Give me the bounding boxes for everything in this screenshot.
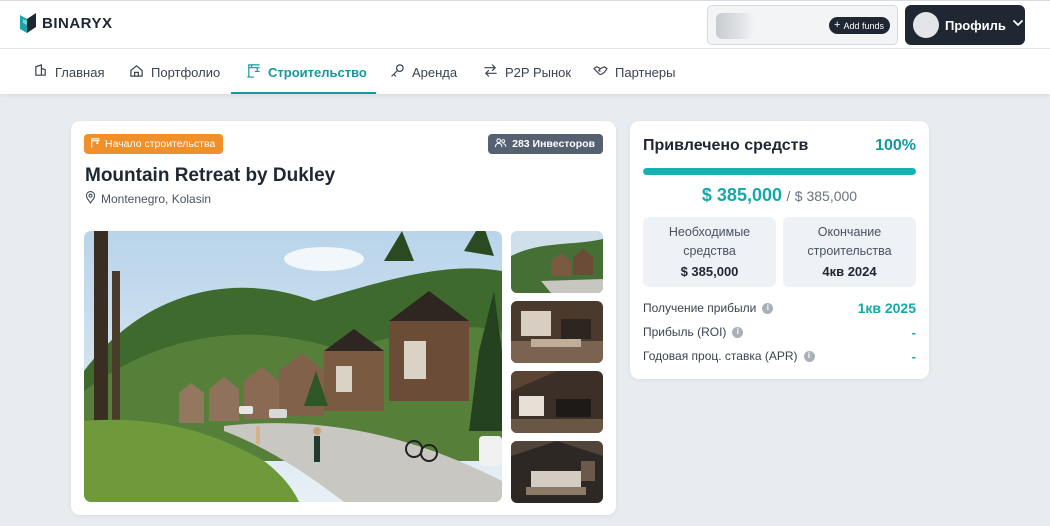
funding-percent: 100% [875, 137, 916, 154]
map-pin-icon [85, 191, 96, 207]
project-title: Mountain Retreat by Dukley [85, 165, 336, 186]
profile-label: Профиль [945, 17, 1006, 33]
add-funds-label: Add funds [843, 20, 884, 31]
metric-row-apr: Годовая проц. ставка (APR) i - [643, 347, 916, 365]
balance-widget: + Add funds [707, 5, 898, 45]
apr-label-wrap: Годовая проц. ставка (APR) i [643, 349, 815, 363]
swap-icon [483, 63, 498, 81]
stage-badge: Начало строительства [84, 134, 224, 154]
construction-end-box: Окончание строительства 4кв 2024 [783, 217, 916, 287]
profit-date-label: Получение прибыли [643, 301, 757, 315]
investors-badge: 283 Инвесторов [488, 134, 603, 154]
project-main-photo[interactable] [84, 231, 502, 502]
active-tab-indicator [231, 92, 376, 94]
thumbnail-1[interactable] [511, 231, 603, 293]
required-funds-value: $ 385,000 [680, 264, 739, 279]
nav-item-rent-label: Аренда [412, 64, 458, 80]
info-icon[interactable]: i [762, 302, 774, 314]
raised-summary: $ 385,000 / $ 385,000 [630, 185, 929, 206]
nav-item-home-label: Главная [55, 64, 105, 80]
metric-row-roi: Прибыль (ROI) i - [643, 323, 916, 341]
required-funds-box: Необходимые средства $ 385,000 [643, 217, 776, 287]
construction-end-value: 4кв 2024 [822, 264, 877, 279]
logo-mark-icon [20, 13, 36, 33]
construction-end-label: Окончание строительства [807, 225, 892, 258]
stage-badge-label: Начало строительства [105, 138, 216, 150]
brand-name: BINARYX [42, 14, 113, 32]
funding-progress-fill [643, 168, 916, 175]
project-card[interactable]: Начало строительства 283 Инвесторов Moun… [71, 121, 616, 515]
raised-total: $ 385,000 [794, 188, 858, 204]
nav-item-construction[interactable]: Строительство [246, 49, 367, 95]
thumbnail-3[interactable] [511, 371, 603, 433]
key-icon [390, 63, 405, 81]
nav-item-portfolio-label: Портфолио [151, 64, 221, 80]
thumbnail-4[interactable] [511, 441, 603, 503]
crane-icon [90, 137, 101, 151]
avatar [913, 12, 939, 38]
profit-date-label-wrap: Получение прибыли i [643, 301, 774, 315]
plus-icon: + [834, 19, 841, 31]
nav-item-p2p-label: P2P Рынок [505, 64, 572, 80]
nav-item-construction-label: Строительство [268, 64, 367, 80]
handshake-icon [593, 63, 608, 81]
top-header: BINARYX + Add funds Профиль [0, 0, 1050, 48]
profile-menu-button[interactable]: Профиль [905, 5, 1025, 45]
profit-date-value: 1кв 2025 [857, 300, 916, 316]
funding-card: Привлечено средств 100% $ 385,000 / $ 38… [630, 121, 929, 379]
chevron-down-icon [1012, 16, 1024, 34]
funding-progress-bar [643, 168, 916, 175]
thumbnail-2[interactable] [511, 301, 603, 363]
apr-label: Годовая проц. ставка (APR) [643, 349, 798, 363]
raised-amount: $ 385,000 [701, 185, 782, 205]
main-nav: Главная Портфолио Строительство Аренда P… [0, 48, 1050, 94]
info-icon[interactable]: i [803, 350, 815, 362]
nav-item-rent[interactable]: Аренда [390, 49, 457, 95]
funding-title: Привлечено средств [643, 137, 809, 154]
home-icon [33, 63, 48, 81]
location-label: Montenegro, Kolasin [101, 192, 212, 206]
portfolio-icon [129, 63, 144, 81]
apr-value: - [911, 348, 916, 364]
construction-icon [246, 63, 261, 81]
metric-row-profit-date: Получение прибыли i 1кв 2025 [643, 299, 916, 317]
nav-item-partners-label: Партнеры [615, 64, 676, 80]
project-location: Montenegro, Kolasin [85, 191, 211, 207]
nav-item-partners[interactable]: Партнеры [593, 49, 675, 95]
nav-item-home[interactable]: Главная [33, 49, 104, 95]
info-icon[interactable]: i [732, 326, 744, 338]
balance-value-blurred [716, 13, 754, 39]
nav-item-portfolio[interactable]: Портфолио [129, 49, 220, 95]
required-funds-label: Необходимые средства [668, 225, 751, 258]
users-icon [494, 137, 507, 151]
nav-item-p2p[interactable]: P2P Рынок [483, 49, 571, 95]
roi-label-wrap: Прибыль (ROI) i [643, 325, 744, 339]
roi-value: - [911, 324, 916, 340]
roi-label: Прибыль (ROI) [643, 325, 727, 339]
brand-logo[interactable]: BINARYX [20, 13, 112, 33]
add-funds-button[interactable]: + Add funds [829, 17, 890, 34]
investors-badge-label: 283 Инвесторов [512, 138, 595, 150]
raised-separator: / [786, 188, 791, 204]
